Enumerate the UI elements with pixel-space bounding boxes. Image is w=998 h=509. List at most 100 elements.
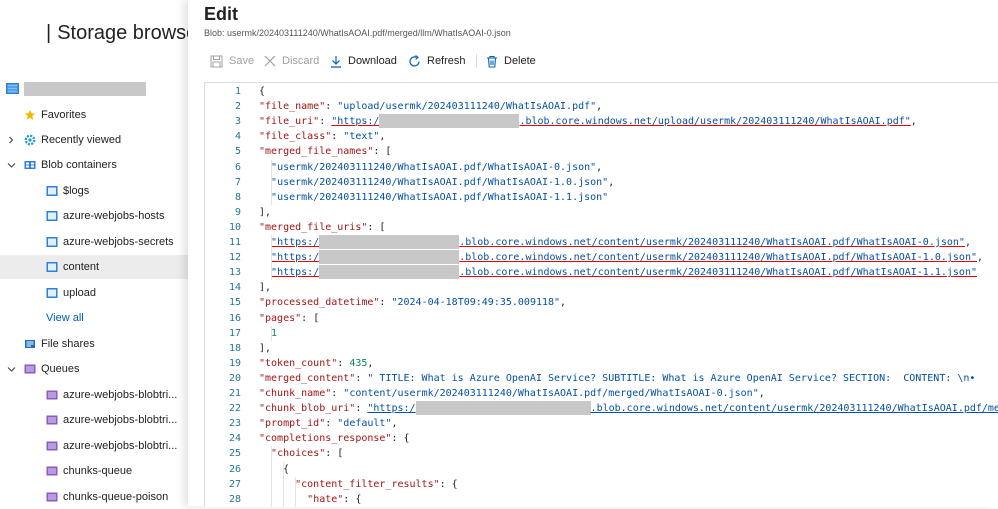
json-punctuation: : { (439, 478, 458, 490)
json-punctuation: : { (391, 433, 410, 445)
json-punctuation (259, 448, 271, 459)
tree-item-q4[interactable]: chunks-queue (0, 459, 188, 483)
json-punctuation: : { (343, 493, 362, 505)
json-punctuation (259, 328, 271, 339)
code-line: "https:/ .blob.core.windows.net/content/u… (259, 235, 971, 250)
json-punctuation: , (596, 161, 603, 173)
chevron-right-icon[interactable] (6, 135, 16, 145)
container-icon (46, 236, 58, 248)
tree-item-content[interactable]: content (0, 255, 188, 279)
container-icon (46, 261, 58, 273)
discard-button[interactable]: Discard (264, 52, 319, 70)
page-title: | Storage browse (46, 22, 198, 44)
code-line: ], (259, 280, 271, 295)
delete-button[interactable]: Delete (486, 52, 536, 70)
json-value: "content/usermk/202403111240/WhatIsAOAI.… (343, 388, 759, 399)
tree-item-label: View all (46, 312, 84, 324)
line-number: 25 (228, 448, 241, 460)
tree-item-recent[interactable]: Recently viewed (0, 128, 188, 152)
tree-item-favorites[interactable]: Favorites (0, 103, 188, 127)
json-punctuation: : (331, 388, 344, 399)
tree-item-label: azure-webjobs-blobtri... (63, 389, 178, 401)
code-line: "hate": { (259, 492, 361, 507)
queue-item-icon (46, 440, 58, 452)
tree-item-secrets[interactable]: azure-webjobs-secrets (0, 230, 188, 254)
chevron-down-icon[interactable] (6, 160, 16, 170)
json-punctuation: ], (259, 282, 272, 294)
json-value: 435 (349, 357, 368, 369)
tree-item-blob[interactable]: Blob containers (0, 153, 188, 177)
tree-item-logs[interactable]: $logs (0, 179, 188, 203)
code-line: ], (259, 341, 271, 356)
json-punctuation: , (964, 237, 971, 248)
json-punctuation: ], (259, 342, 272, 354)
json-value: "2024-04-18T09:49:35.009118" (391, 297, 561, 309)
storage-account-icon (6, 83, 19, 94)
redacted-text (319, 235, 460, 249)
indent-guide (271, 325, 272, 341)
tree-item-upload[interactable]: upload (0, 281, 188, 305)
code-line: ], (259, 205, 271, 220)
redacted-text (415, 401, 591, 416)
json-punctuation: : (325, 101, 338, 113)
json-punctuation: , (910, 116, 917, 128)
json-key: "merged_content" (259, 372, 356, 384)
save-label: Save (229, 55, 255, 67)
json-key: "chunk_name" (259, 388, 332, 399)
json-punctuation (259, 252, 271, 263)
tree-item-label: Recently viewed (41, 134, 122, 146)
json-value: "default" (337, 418, 392, 430)
tree-item-queues[interactable]: Queues (0, 357, 188, 381)
trash-icon (487, 55, 497, 68)
json-punctuation: , (560, 297, 567, 309)
save-button[interactable]: Save (210, 52, 254, 70)
tree-item-viewall[interactable]: View all (0, 306, 188, 330)
tree-item-q3[interactable]: azure-webjobs-blobtri... (0, 434, 188, 458)
line-number: 15 (228, 297, 241, 309)
code-line: "merged_file_names": [ (259, 144, 391, 159)
json-punctuation: , (976, 252, 984, 264)
code-line: "processed_datetime": "2024-04-18T09:49:… (259, 295, 566, 310)
json-punctuation: , (379, 131, 386, 143)
line-number: 18 (228, 342, 241, 354)
tree-item-files[interactable]: File shares (0, 332, 188, 356)
tree-item-label: Queues (41, 363, 80, 375)
queue-icon (24, 363, 36, 375)
json-punctuation (259, 192, 271, 203)
download-button[interactable]: Download (330, 52, 397, 70)
code-area[interactable]: {"file_name": "upload/usermk/20240311124… (259, 83, 998, 507)
json-punctuation: : (355, 372, 368, 384)
file-share-icon (24, 338, 36, 350)
redacted-text (319, 250, 460, 265)
json-punctuation (259, 177, 271, 188)
container-icon (46, 287, 58, 299)
json-punctuation: : (355, 403, 368, 415)
line-number: 10 (228, 221, 241, 233)
chevron-down-icon[interactable] (6, 364, 16, 374)
download-label: Download (348, 55, 397, 67)
json-value: .blob.core.windows.net/content/usermk/20… (590, 403, 998, 415)
code-line: "usermk/202403111240/WhatIsAOAI.pdf/What… (259, 160, 602, 175)
code-line: "merged_file_uris": [ (259, 220, 385, 235)
tree-item-q1[interactable]: azure-webjobs-blobtri... (0, 383, 188, 407)
line-number: 14 (228, 282, 241, 294)
storage-account-node[interactable] (6, 80, 186, 98)
json-punctuation: , (608, 176, 615, 188)
tree-item-hosts[interactable]: azure-webjobs-hosts (0, 204, 188, 228)
code-line: "prompt_id": "default", (259, 416, 398, 431)
redacted-text (379, 114, 520, 129)
tree-item-q2[interactable]: azure-webjobs-blobtri... (0, 408, 188, 432)
indent-guide (271, 159, 272, 205)
json-punctuation: , (596, 101, 603, 113)
line-number: 8 (234, 191, 241, 203)
line-number: 13 (228, 267, 241, 279)
container-icon (46, 185, 58, 197)
json-editor[interactable]: 1 2 3 4 5 6 7 8 9 10 11 12 13 14 15 16 17 18 19 20 21 22 23 24 2… (204, 82, 998, 507)
json-value: .blob.core.windows.net/upload/usermk/202… (519, 116, 911, 128)
json-key: "prompt_id" (259, 418, 326, 430)
line-number: 20 (228, 372, 241, 384)
json-value: "https:/ (271, 237, 320, 248)
tree-item-q5[interactable]: chunks-queue-poison (0, 485, 188, 509)
refresh-button[interactable]: Refresh (408, 52, 466, 70)
queue-item-icon (46, 389, 58, 401)
